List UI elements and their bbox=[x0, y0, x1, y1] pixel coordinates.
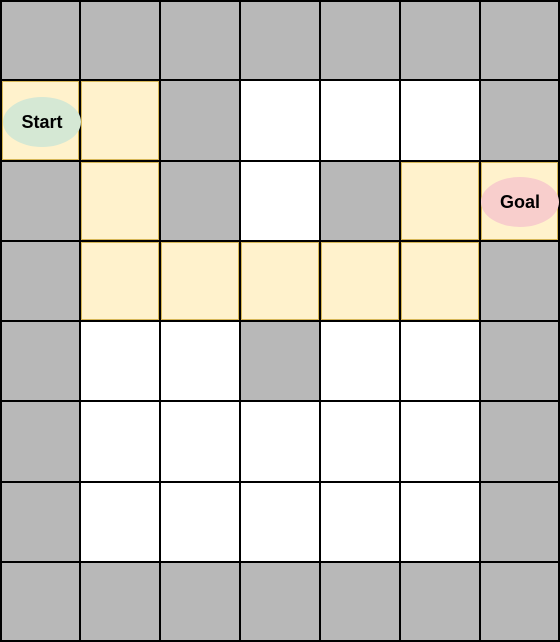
wall-cell bbox=[481, 322, 558, 400]
wall-cell bbox=[2, 563, 79, 640]
wall-cell bbox=[241, 563, 319, 640]
wall-cell bbox=[161, 563, 239, 640]
goal-marker: Goal bbox=[481, 177, 559, 227]
open-cell bbox=[321, 402, 399, 481]
wall-cell bbox=[161, 2, 239, 79]
path-cell bbox=[81, 242, 159, 320]
open-cell bbox=[401, 81, 479, 160]
wall-cell bbox=[161, 81, 239, 160]
wall-cell bbox=[401, 2, 479, 79]
wall-cell bbox=[481, 242, 558, 320]
path-cell bbox=[81, 162, 159, 240]
wall-cell bbox=[481, 483, 558, 561]
wall-cell bbox=[321, 2, 399, 79]
wall-cell bbox=[481, 2, 558, 79]
wall-cell bbox=[481, 402, 558, 481]
open-cell bbox=[81, 402, 159, 481]
maze-grid: Start Goal bbox=[0, 0, 560, 642]
wall-cell bbox=[81, 2, 159, 79]
path-cell bbox=[161, 242, 239, 320]
open-cell bbox=[161, 483, 239, 561]
open-cell bbox=[161, 322, 239, 400]
open-cell bbox=[81, 322, 159, 400]
wall-cell bbox=[81, 563, 159, 640]
path-cell bbox=[241, 242, 319, 320]
wall-cell bbox=[481, 563, 558, 640]
start-marker: Start bbox=[3, 97, 81, 147]
wall-cell bbox=[2, 2, 79, 79]
open-cell bbox=[321, 81, 399, 160]
wall-cell bbox=[2, 483, 79, 561]
path-cell bbox=[321, 242, 399, 320]
open-cell bbox=[161, 402, 239, 481]
wall-cell bbox=[321, 162, 399, 240]
open-cell bbox=[321, 483, 399, 561]
wall-cell bbox=[2, 322, 79, 400]
open-cell bbox=[401, 322, 479, 400]
open-cell bbox=[241, 162, 319, 240]
open-cell bbox=[81, 483, 159, 561]
path-cell bbox=[401, 242, 479, 320]
wall-cell bbox=[2, 242, 79, 320]
wall-cell bbox=[241, 322, 319, 400]
wall-cell bbox=[161, 162, 239, 240]
wall-cell bbox=[2, 402, 79, 481]
path-cell bbox=[81, 81, 159, 160]
open-cell bbox=[401, 483, 479, 561]
wall-cell bbox=[241, 2, 319, 79]
open-cell bbox=[241, 483, 319, 561]
open-cell bbox=[321, 322, 399, 400]
open-cell bbox=[241, 402, 319, 481]
open-cell bbox=[241, 81, 319, 160]
wall-cell bbox=[481, 81, 558, 160]
open-cell bbox=[401, 402, 479, 481]
wall-cell bbox=[401, 563, 479, 640]
wall-cell bbox=[2, 162, 79, 240]
path-cell bbox=[401, 162, 479, 240]
wall-cell bbox=[321, 563, 399, 640]
